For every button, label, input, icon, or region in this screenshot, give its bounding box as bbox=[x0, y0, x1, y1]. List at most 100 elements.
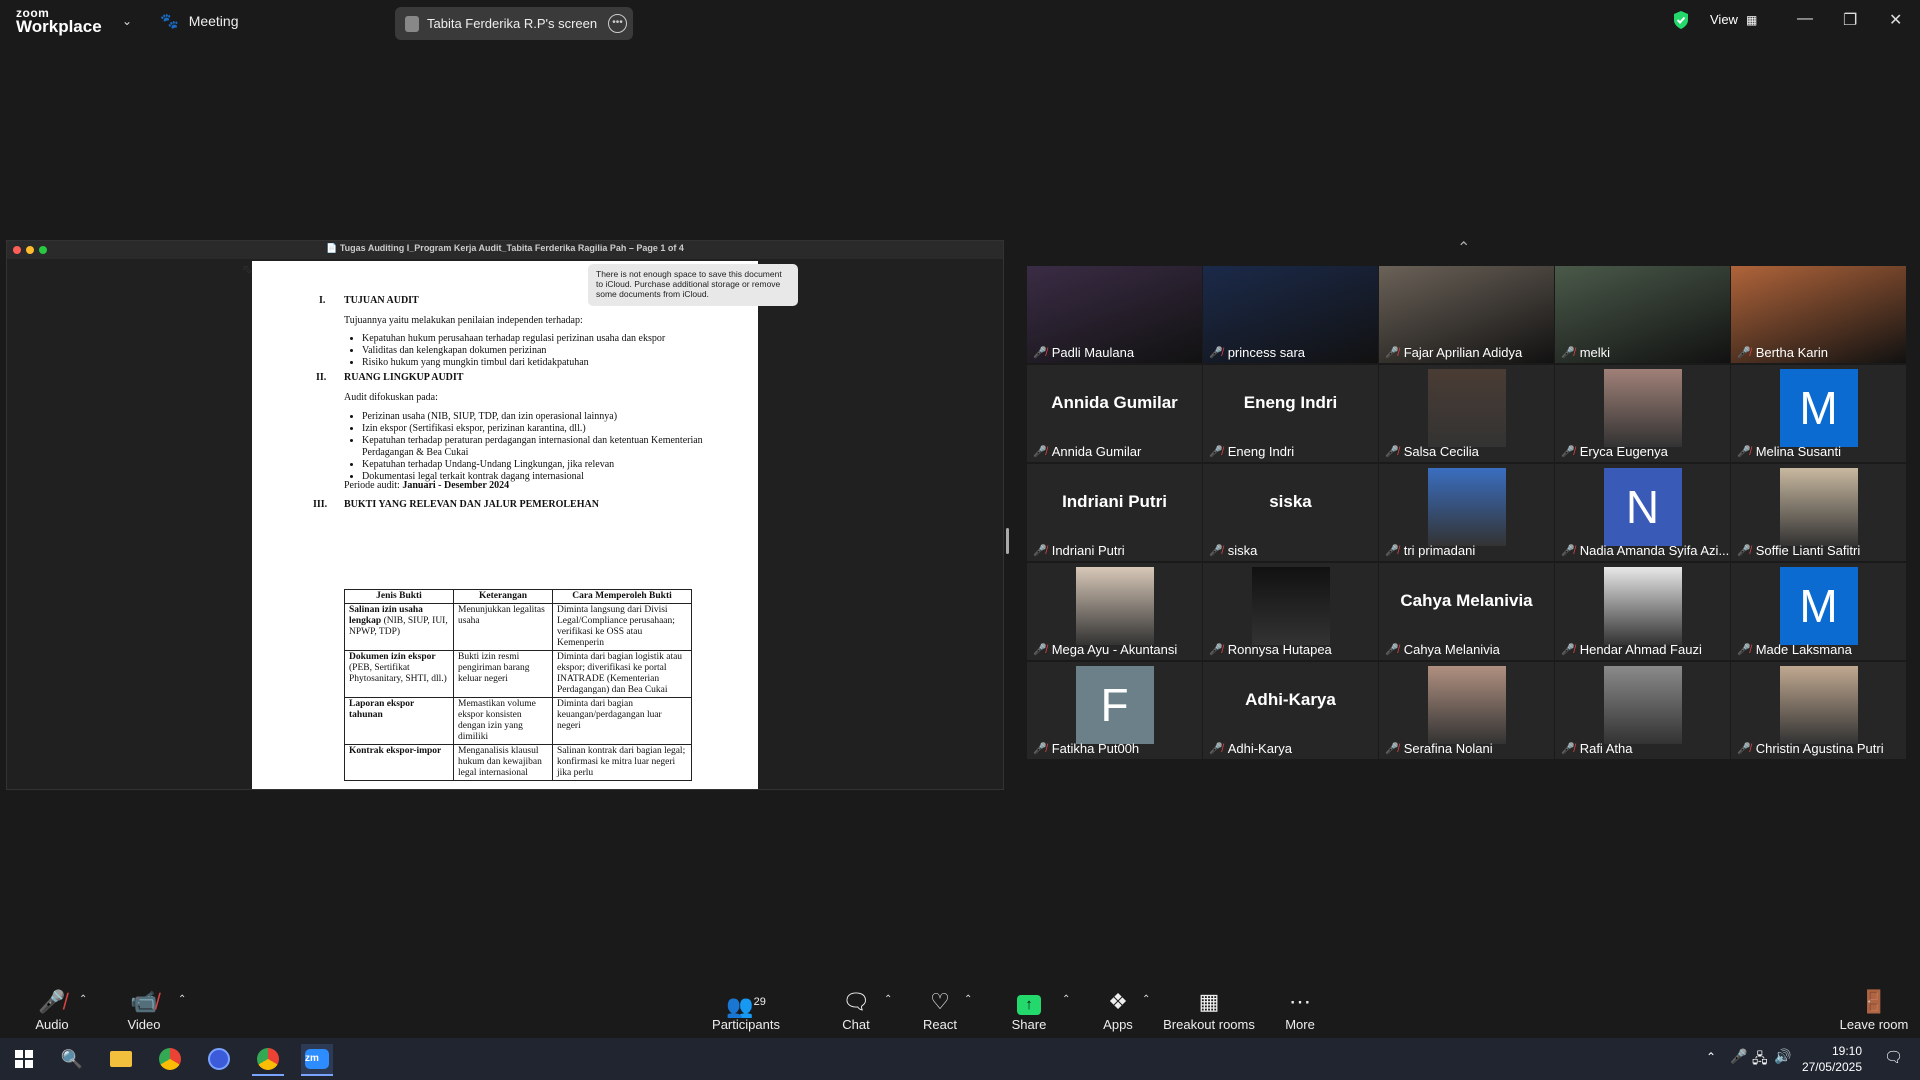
chat-options-caret-icon[interactable]: ⌃ bbox=[884, 994, 892, 1005]
table-cell: Salinan izin usaha lengkap (NIB, SIUP, I… bbox=[344, 603, 454, 651]
table-cell: Salinan kontrak dari bagian legal; konfi… bbox=[552, 744, 692, 781]
muted-microphone-icon: 🎤̸ bbox=[1561, 446, 1575, 458]
table-cell: Diminta dari bagian logistik atau ekspor… bbox=[552, 650, 692, 698]
participant-tile[interactable]: M 🎤̸ Made Laksmana bbox=[1731, 563, 1906, 660]
participant-tile[interactable]: 🎤̸ Ronnysa Hutapea bbox=[1203, 563, 1378, 660]
meeting-menu[interactable]: 🐾 Meeting bbox=[160, 12, 239, 30]
participant-photo bbox=[1075, 567, 1154, 645]
restore-icon[interactable]: ❐ bbox=[1843, 10, 1857, 30]
screen-share-indicator[interactable]: Tabita Ferderika R.P's screen ••• bbox=[395, 7, 633, 40]
table-header: Keterangan bbox=[453, 589, 553, 604]
participant-tile[interactable]: Cahya Melanivia 🎤̸ Cahya Melanivia bbox=[1379, 563, 1554, 660]
participant-tile[interactable]: 🎤̸ Padli Maulana bbox=[1027, 266, 1202, 363]
list-item: Kepatuhan terhadap Undang-Undang Lingkun… bbox=[362, 459, 722, 471]
list-item: Izin ekspor (Sertifikasi ekspor, perizin… bbox=[362, 423, 722, 435]
more-button[interactable]: ⋯ More bbox=[1276, 980, 1324, 1038]
participant-tile[interactable]: 🎤̸ Eryca Eugenya bbox=[1555, 365, 1730, 462]
participant-tile[interactable]: 🎤̸ Fajar Aprilian Adidya bbox=[1379, 266, 1554, 363]
audit-period: Periode audit: Januari - Desember 2024 bbox=[344, 480, 509, 491]
participant-tile[interactable]: N 🎤̸ Nadia Amanda Syifa Azi... bbox=[1555, 464, 1730, 561]
participant-tile[interactable]: 🎤̸ Mega Ayu - Akuntansi bbox=[1027, 563, 1202, 660]
react-options-caret-icon[interactable]: ⌃ bbox=[964, 994, 972, 1005]
participants-button[interactable]: 👥29 Participants bbox=[708, 980, 784, 1038]
encryption-shield-icon[interactable] bbox=[1672, 10, 1690, 35]
participant-tile[interactable]: 🎤̸ Salsa Cecilia bbox=[1379, 365, 1554, 462]
participant-name: melki bbox=[1579, 345, 1611, 360]
participant-tile[interactable]: 🎤̸ tri primadani bbox=[1379, 464, 1554, 561]
participant-tile[interactable]: M 🎤̸ Melina Susanti bbox=[1731, 365, 1906, 462]
chevron-down-icon[interactable]: ⌄ bbox=[122, 14, 132, 28]
close-icon[interactable]: ✕ bbox=[1889, 10, 1902, 30]
view-button[interactable]: View ▦ bbox=[1710, 12, 1757, 27]
share-button[interactable]: ↑ Share bbox=[1003, 980, 1055, 1038]
tray-microphone-icon[interactable]: 🎤 bbox=[1730, 1048, 1747, 1065]
minimize-icon[interactable]: — bbox=[1797, 10, 1813, 28]
paw-icon: 🐾 bbox=[160, 13, 179, 30]
participant-name: Salsa Cecilia bbox=[1403, 444, 1479, 459]
participant-tile[interactable]: Eneng Indri 🎤̸ Eneng Indri bbox=[1203, 365, 1378, 462]
participant-name-label: 🎤̸ melki bbox=[1561, 345, 1610, 360]
react-button[interactable]: ♡ React bbox=[914, 980, 966, 1038]
participant-tile[interactable]: 🎤̸ Rafi Atha bbox=[1555, 662, 1730, 759]
participant-name-label: 🎤̸ princess sara bbox=[1209, 345, 1305, 360]
audio-options-caret-icon[interactable]: ⌃ bbox=[79, 994, 87, 1005]
resize-handle[interactable] bbox=[1006, 528, 1009, 554]
network-icon[interactable]: 🖧 bbox=[1752, 1048, 1768, 1072]
participant-name-label: 🎤̸ Hendar Ahmad Fauzi bbox=[1561, 642, 1702, 657]
video-button[interactable]: 📹̸ Video bbox=[110, 980, 178, 1038]
participant-tile[interactable]: Indriani Putri 🎤̸ Indriani Putri bbox=[1027, 464, 1202, 561]
participant-tile[interactable]: 🎤̸ Hendar Ahmad Fauzi bbox=[1555, 563, 1730, 660]
participant-tile[interactable]: F 🎤̸ Fatikha Put00h bbox=[1027, 662, 1202, 759]
taskbar-clock[interactable]: 19:10 27/05/2025 bbox=[1802, 1043, 1862, 1075]
evidence-table: Jenis Bukti Keterangan Cara Memperoleh B… bbox=[344, 589, 692, 781]
zoom-app-icon[interactable]: zm bbox=[301, 1044, 333, 1076]
volume-icon[interactable]: 🔊 bbox=[1774, 1048, 1791, 1065]
audio-button[interactable]: 🎤̸ Audio bbox=[18, 980, 86, 1038]
windows-start-icon[interactable] bbox=[8, 1044, 40, 1074]
browser-app-icon[interactable] bbox=[203, 1044, 235, 1074]
chat-button[interactable]: 🗨 Chat bbox=[830, 980, 882, 1038]
participant-tile[interactable]: siska 🎤̸ siska bbox=[1203, 464, 1378, 561]
participant-tile[interactable]: 🎤̸ Christin Agustina Putri bbox=[1731, 662, 1906, 759]
muted-microphone-icon: 🎤̸ bbox=[1737, 446, 1751, 458]
more-options-icon[interactable]: ••• bbox=[608, 14, 627, 33]
chrome-icon[interactable] bbox=[154, 1044, 186, 1074]
participant-display-name: Annida Gumilar bbox=[1051, 393, 1178, 412]
participant-name-label: 🎤̸ Bertha Karin bbox=[1737, 345, 1828, 360]
video-options-caret-icon[interactable]: ⌃ bbox=[178, 994, 186, 1005]
tray-overflow-icon[interactable]: ⌃ bbox=[1706, 1050, 1716, 1064]
apps-options-caret-icon[interactable]: ⌃ bbox=[1142, 994, 1150, 1005]
participant-tile[interactable]: 🎤̸ Serafina Nolani bbox=[1379, 662, 1554, 759]
participants-icon: 👥29 bbox=[726, 993, 766, 1019]
participant-name: Fajar Aprilian Adidya bbox=[1403, 345, 1523, 360]
participant-avatar: M bbox=[1779, 567, 1858, 645]
participant-avatar: M bbox=[1779, 369, 1858, 447]
chrome-profile-icon[interactable] bbox=[252, 1044, 284, 1076]
table-cell: Menunjukkan legalitas usaha bbox=[453, 603, 553, 651]
participant-tile[interactable]: 🎤̸ melki bbox=[1555, 266, 1730, 363]
table-row: Dokumen izin ekspor (PEB, Sertifikat Phy… bbox=[344, 650, 692, 698]
participant-tile[interactable]: Annida Gumilar 🎤̸ Annida Gumilar bbox=[1027, 365, 1202, 462]
participant-tile[interactable]: Adhi-Karya 🎤̸ Adhi-Karya bbox=[1203, 662, 1378, 759]
participant-tile[interactable]: 🎤̸ Bertha Karin bbox=[1731, 266, 1906, 363]
participant-display-name: Cahya Melanivia bbox=[1400, 591, 1533, 610]
file-explorer-icon[interactable] bbox=[105, 1044, 137, 1074]
search-icon[interactable]: 🔍 bbox=[56, 1044, 88, 1074]
muted-microphone-icon: 🎤̸ bbox=[1209, 347, 1223, 359]
section-number: II. bbox=[316, 372, 327, 383]
participant-display-name: Adhi-Karya bbox=[1245, 690, 1336, 709]
gallery-scroll-up-icon[interactable]: ⌃ bbox=[1457, 238, 1470, 258]
breakout-rooms-button[interactable]: ▦ Breakout rooms bbox=[1160, 980, 1258, 1038]
participant-tile[interactable]: 🎤̸ Soffie Lianti Safitri bbox=[1731, 464, 1906, 561]
participants-label: Participants bbox=[712, 1017, 780, 1032]
section-heading: RUANG LINGKUP AUDIT bbox=[344, 372, 464, 383]
leave-room-button[interactable]: 🚪 Leave room bbox=[1834, 980, 1914, 1038]
evidence-detail: (PEB, Sertifikat Phytosanitary, SHTI, dl… bbox=[349, 663, 447, 684]
participant-tile[interactable]: 🎤̸ princess sara bbox=[1203, 266, 1378, 363]
share-options-caret-icon[interactable]: ⌃ bbox=[1062, 994, 1070, 1005]
notifications-icon[interactable]: 🗨 bbox=[1884, 1048, 1903, 1066]
table-cell: Diminta dari bagian keuangan/perdagangan… bbox=[552, 697, 692, 745]
apps-button[interactable]: ❖ Apps bbox=[1092, 980, 1144, 1038]
table-cell: Menganalisis klausul hukum dan kewajiban… bbox=[453, 744, 553, 781]
muted-microphone-icon: 🎤̸ bbox=[38, 989, 66, 1014]
